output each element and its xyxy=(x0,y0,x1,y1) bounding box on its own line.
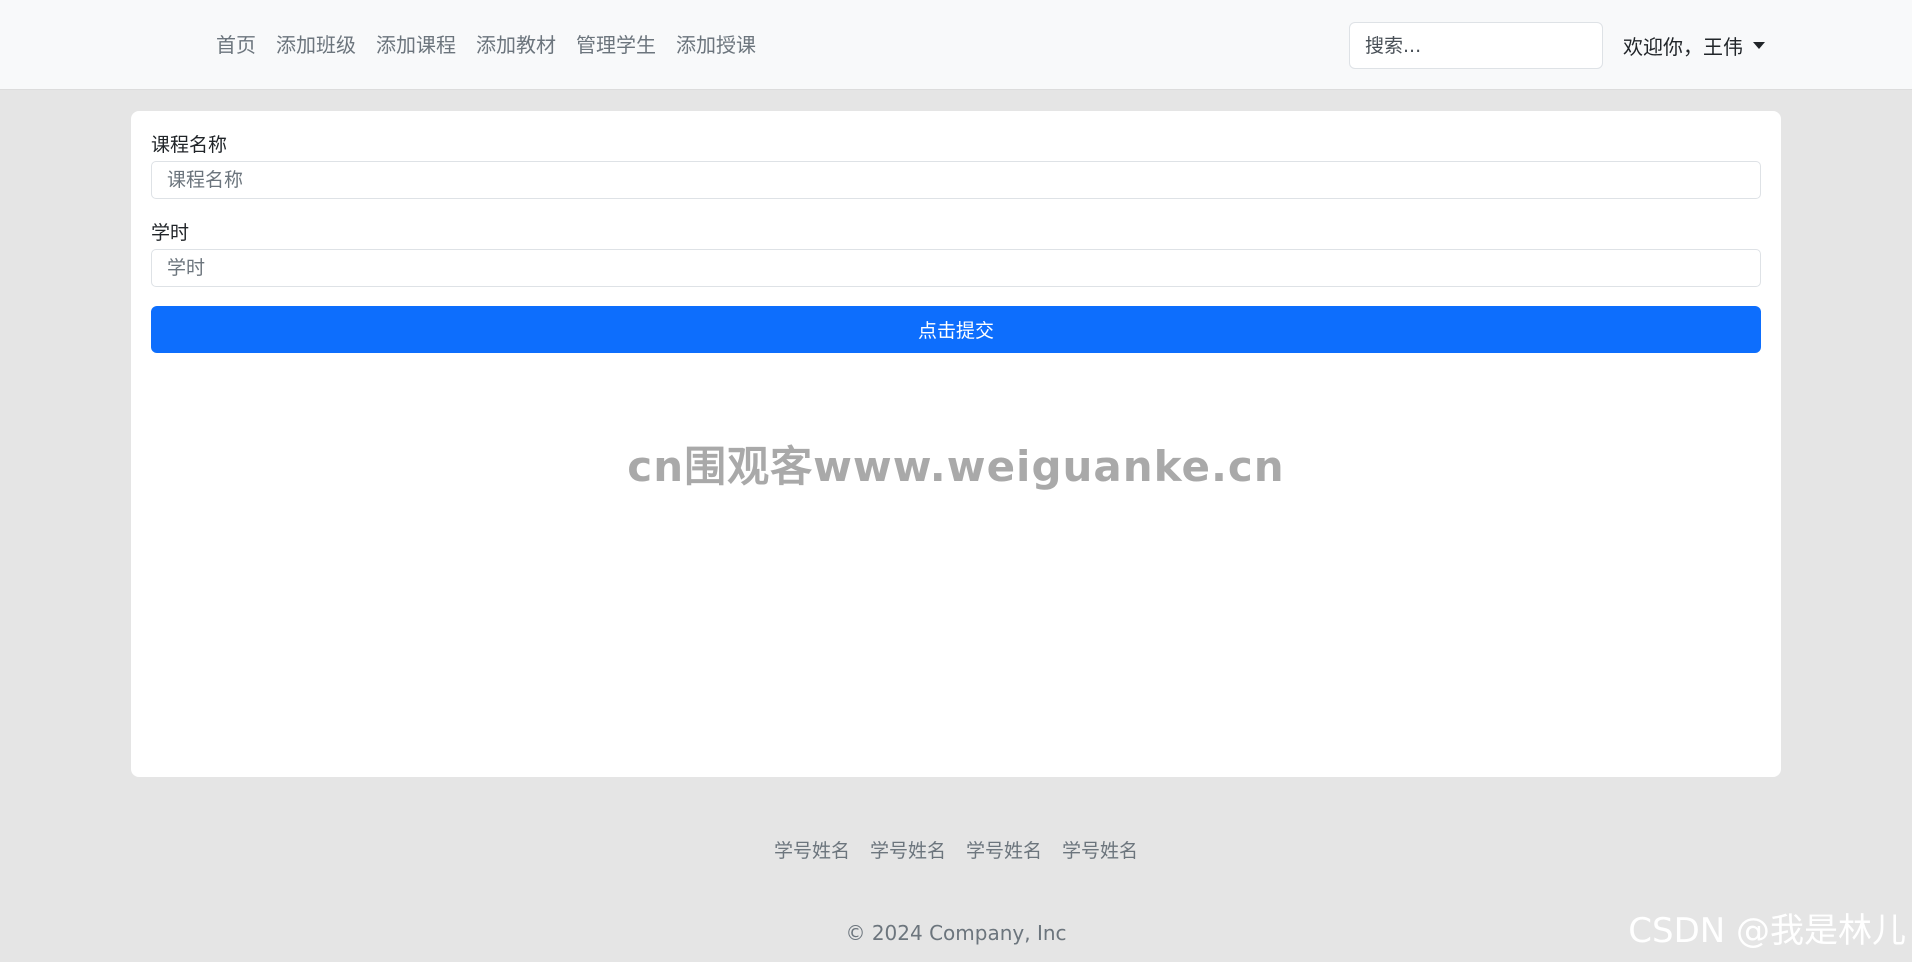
top-navbar: 首页 添加班级 添加课程 添加教材 管理学生 添加授课 欢迎你，王伟 xyxy=(0,0,1912,90)
csdn-watermark: CSDN @我是林儿 xyxy=(1628,911,1906,951)
hours-label: 学时 xyxy=(151,222,190,244)
course-name-label: 课程名称 xyxy=(151,134,228,156)
nav-link-add-class[interactable]: 添加班级 xyxy=(276,30,356,60)
user-menu-dropdown[interactable]: 欢迎你，王伟 xyxy=(1623,29,1765,61)
search-input[interactable] xyxy=(1349,22,1603,69)
copyright-text: © 2024 Company, Inc xyxy=(845,921,1067,945)
site-watermark: cn围观客www.weiguanke.cn xyxy=(627,442,1285,491)
course-name-input[interactable] xyxy=(151,161,1761,199)
nav-link-manage-students[interactable]: 管理学生 xyxy=(576,30,656,60)
footer-link-student-4[interactable]: 学号姓名 xyxy=(1062,836,1138,866)
nav-link-add-course[interactable]: 添加课程 xyxy=(376,30,456,60)
nav-links: 首页 添加班级 添加课程 添加教材 管理学生 添加授课 xyxy=(216,30,756,60)
course-form-card: 课程名称 学时 点击提交 cn围观客www.weiguanke.cn xyxy=(131,111,1781,777)
footer-link-student-2[interactable]: 学号姓名 xyxy=(870,836,946,866)
footer-link-student-1[interactable]: 学号姓名 xyxy=(774,836,850,866)
hours-input[interactable] xyxy=(151,249,1761,287)
user-greeting: 欢迎你，王伟 xyxy=(1623,34,1743,59)
footer-link-student-3[interactable]: 学号姓名 xyxy=(966,836,1042,866)
nav-link-home[interactable]: 首页 xyxy=(216,30,256,60)
footer-links: 学号姓名 学号姓名 学号姓名 学号姓名 xyxy=(0,836,1912,866)
submit-button[interactable]: 点击提交 xyxy=(151,306,1761,353)
caret-down-icon xyxy=(1753,41,1765,49)
nav-link-add-textbook[interactable]: 添加教材 xyxy=(476,30,556,60)
nav-link-add-teaching[interactable]: 添加授课 xyxy=(676,30,756,60)
